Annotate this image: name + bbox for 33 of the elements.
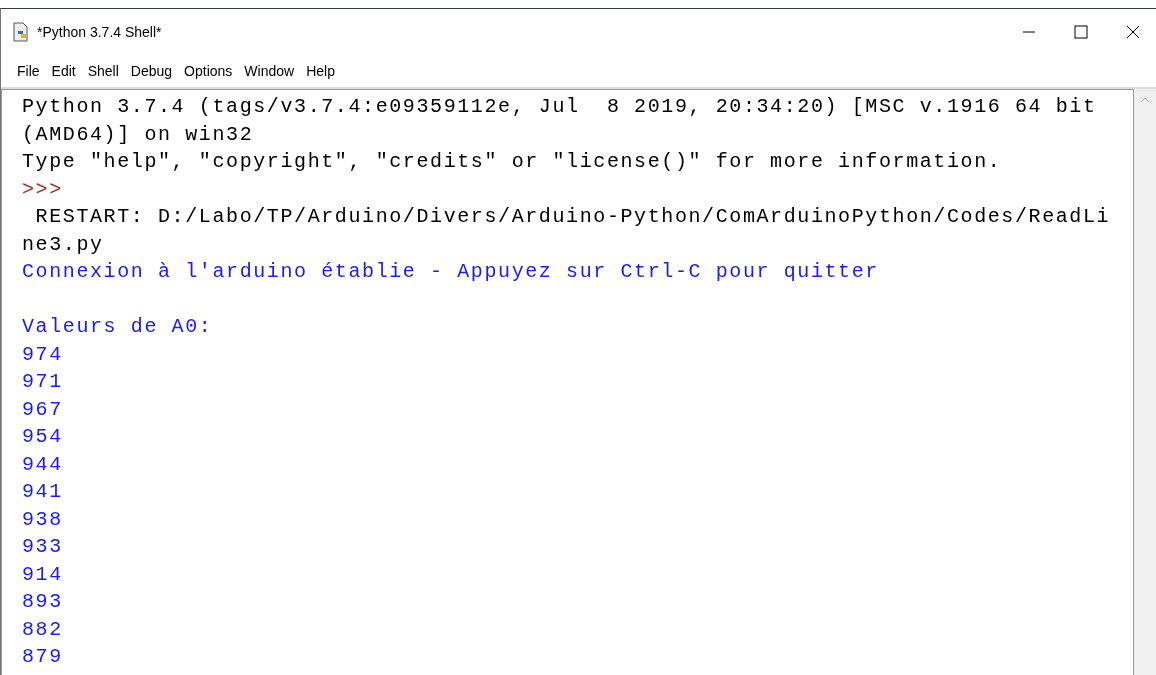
python-file-icon — [11, 22, 31, 42]
scroll-up-icon[interactable] — [1140, 97, 1150, 103]
shell-prompt: >>> — [22, 176, 63, 203]
shell-line: 941 — [22, 479, 63, 505]
menu-item[interactable]: File — [11, 61, 46, 81]
shell-line: (AMD64)] on win32 — [22, 121, 254, 148]
menu-item[interactable]: Window — [238, 61, 301, 81]
shell-line: ne3.py — [22, 231, 104, 258]
shell-line: Python 3.7.4 (tags/v3.7.4:e09359112e, Jul 8 2019, 20:34:20) [MSC v.1916 64 bit — [22, 94, 1097, 120]
shell-line: Type "help", "copyright", "credits" or "license()" for more information. — [22, 149, 1002, 175]
shell-line: 914 — [22, 561, 63, 588]
shell-line: 944 — [22, 451, 63, 478]
maximize-icon — [1074, 25, 1088, 39]
shell-line: 974 — [22, 341, 63, 368]
shell-line: Connexion à l'arduino établie - Appuyez sur Ctrl-C pour quitter — [22, 259, 879, 285]
shell-line: 938 — [22, 506, 63, 533]
shell-line: 967 — [22, 396, 63, 423]
shell-line: 879 — [22, 644, 63, 670]
shell-line: 971 — [22, 369, 63, 395]
shell-line: RESTART: D:/Labo/TP/Arduino/Divers/Arduino-Python/ComArduinoPython/Codes/ReadLi — [34, 204, 1111, 230]
close-icon — [1126, 25, 1140, 39]
window-title: *Python 3.7.4 Shell* — [37, 24, 163, 40]
shell-line: 954 — [22, 424, 63, 450]
scrollbar[interactable] — [1134, 89, 1156, 675]
menu-item[interactable]: Shell — [81, 61, 125, 81]
menu-item[interactable]: Edit — [45, 61, 82, 81]
menu-item[interactable]: Help — [300, 61, 341, 81]
menu-item[interactable]: Options — [178, 61, 239, 81]
shell-line: 933 — [22, 534, 63, 560]
shell-line: 893 — [22, 589, 63, 615]
shell-line: 882 — [22, 616, 63, 643]
menu-item[interactable]: Debug — [124, 61, 179, 81]
shell-line: Valeurs de A0: — [22, 314, 213, 340]
